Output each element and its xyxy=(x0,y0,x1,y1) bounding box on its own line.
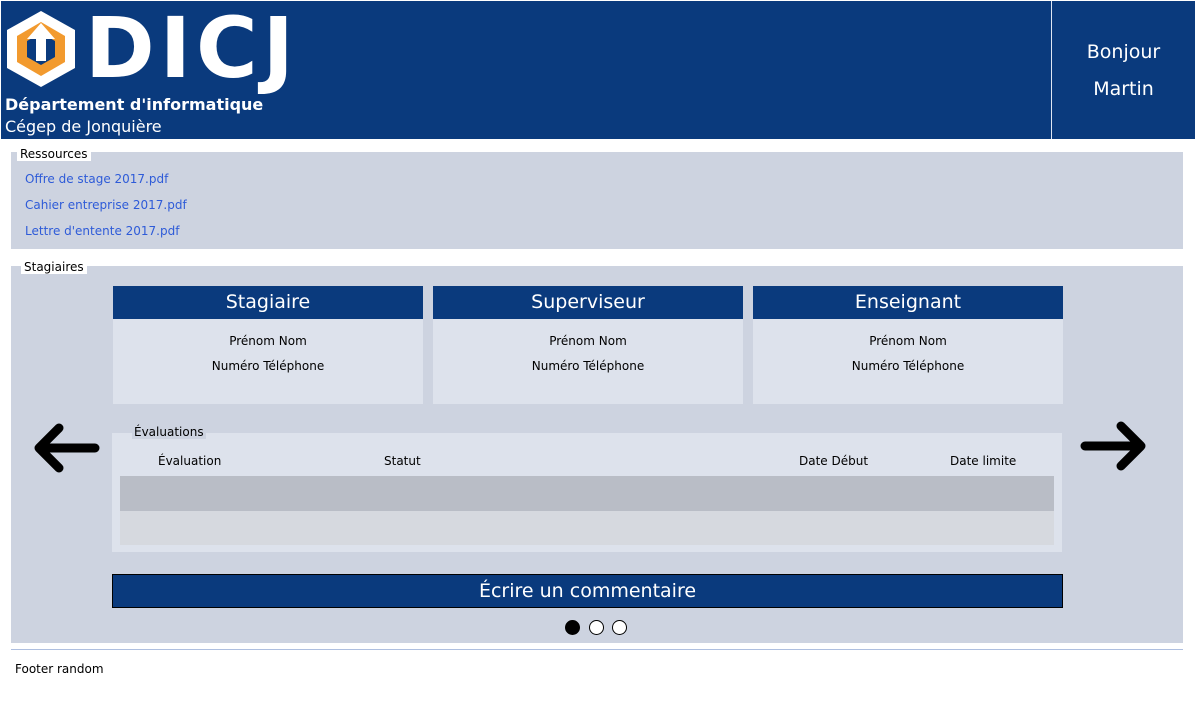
carousel-dot-1[interactable] xyxy=(565,620,580,635)
card-phone: Numéro Téléphone xyxy=(531,359,645,373)
evaluations-legend: Évaluations xyxy=(132,425,206,439)
evaluations-table: Évaluations Évaluation Statut Date Début… xyxy=(112,425,1062,552)
card-title: Enseignant xyxy=(753,286,1063,319)
dicj-logo-icon xyxy=(7,11,75,87)
card-name: Prénom Nom xyxy=(229,334,307,348)
arrow-left-icon[interactable] xyxy=(29,420,103,476)
greeting-text: Bonjour xyxy=(1086,41,1161,63)
card-enseignant: Enseignant Prénom Nom Numéro Téléphone xyxy=(753,286,1063,404)
table-row[interactable] xyxy=(120,476,1054,511)
user-name: Martin xyxy=(1093,78,1154,100)
card-title: Superviseur xyxy=(433,286,743,319)
col-evaluation: Évaluation xyxy=(158,454,222,468)
carousel-dot-2[interactable] xyxy=(589,620,604,635)
card-superviseur: Superviseur Prénom Nom Numéro Téléphone xyxy=(433,286,743,404)
ressources-panel: Ressources Offre de stage 2017.pdf Cahie… xyxy=(11,147,1183,249)
card-name: Prénom Nom xyxy=(869,334,947,348)
card-phone: Numéro Téléphone xyxy=(211,359,325,373)
user-greeting: Bonjour Martin xyxy=(1051,1,1195,139)
link-offre-de-stage[interactable]: Offre de stage 2017.pdf xyxy=(25,172,168,186)
carousel-dot-3[interactable] xyxy=(612,620,627,635)
arrow-right-icon[interactable] xyxy=(1077,418,1151,474)
footer-text: Footer random xyxy=(15,662,104,676)
college-name: Cégep de Jonquière xyxy=(5,117,162,136)
stagiaires-legend: Stagiaires xyxy=(21,260,87,274)
department-name: Département d'informatique xyxy=(5,95,264,114)
card-title: Stagiaire xyxy=(113,286,423,319)
card-name: Prénom Nom xyxy=(549,334,627,348)
ressources-legend: Ressources xyxy=(17,147,91,161)
page-header: DICJ Département d'informatique Cégep de… xyxy=(1,1,1195,139)
table-row[interactable] xyxy=(120,511,1054,545)
col-date-debut: Date Début xyxy=(799,454,869,468)
brand-name: DICJ xyxy=(85,0,299,97)
col-statut: Statut xyxy=(384,454,421,468)
footer-divider xyxy=(11,649,1183,650)
write-comment-button[interactable]: Écrire un commentaire xyxy=(112,574,1063,608)
card-stagiaire: Stagiaire Prénom Nom Numéro Téléphone xyxy=(113,286,423,404)
link-cahier-entreprise[interactable]: Cahier entreprise 2017.pdf xyxy=(25,198,187,212)
stagiaires-panel: Stagiaires Stagiaire Prénom Nom Numéro T… xyxy=(11,260,1183,643)
link-lettre-entente[interactable]: Lettre d'entente 2017.pdf xyxy=(25,224,179,238)
col-date-limite: Date limite xyxy=(950,454,1017,468)
card-phone: Numéro Téléphone xyxy=(851,359,965,373)
